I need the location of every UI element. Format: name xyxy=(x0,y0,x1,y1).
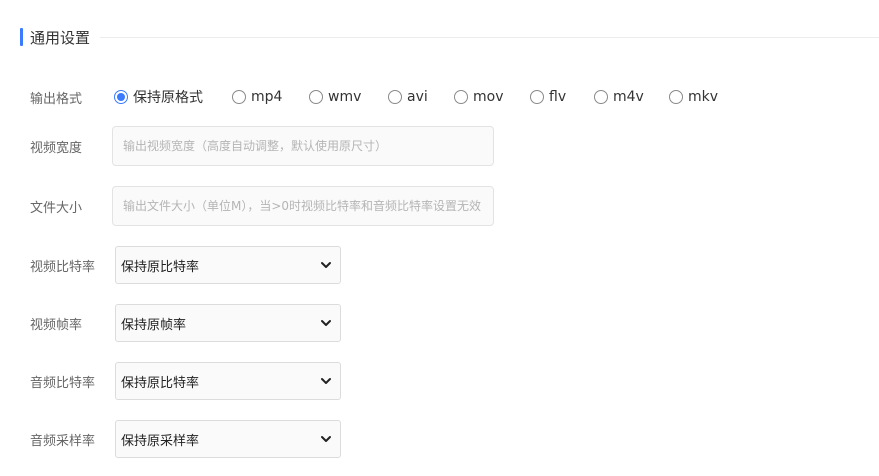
file-size-input[interactable] xyxy=(112,186,494,226)
radio-icon[interactable] xyxy=(594,90,608,104)
output-format-radio-group: 保持原格式 mp4 wmv avi mov flv m4v mkv xyxy=(114,87,729,107)
radio-icon[interactable] xyxy=(388,90,402,104)
format-option-original[interactable]: 保持原格式 xyxy=(114,87,232,107)
format-option-label: avi xyxy=(407,89,428,105)
audio-samplerate-row: 音频采样率 保持原采样率 xyxy=(0,420,879,458)
format-option-label: mp4 xyxy=(251,89,283,105)
audio-samplerate-value: 保持原采样率 xyxy=(121,433,200,449)
video-width-row: 视频宽度 xyxy=(0,126,879,166)
section-title: 通用设置 xyxy=(30,28,91,47)
format-option-label: mkv xyxy=(688,89,719,105)
radio-icon[interactable] xyxy=(530,90,544,104)
radio-icon[interactable] xyxy=(669,90,683,104)
section-accent-bar xyxy=(20,28,23,46)
format-option-label: m4v xyxy=(613,89,644,105)
section-header: 通用设置 xyxy=(20,26,879,48)
format-option-mkv[interactable]: mkv xyxy=(669,89,729,105)
video-framerate-select[interactable]: 保持原帧率 xyxy=(115,304,341,342)
radio-icon[interactable] xyxy=(454,90,468,104)
chevron-down-icon xyxy=(320,259,332,271)
audio-bitrate-value: 保持原比特率 xyxy=(121,375,200,391)
format-option-label: mov xyxy=(473,89,504,105)
audio-bitrate-row: 音频比特率 保持原比特率 xyxy=(0,362,879,400)
audio-bitrate-select[interactable]: 保持原比特率 xyxy=(115,362,341,400)
output-format-label: 输出格式 xyxy=(30,91,83,107)
section-divider xyxy=(100,36,879,38)
format-option-mp4[interactable]: mp4 xyxy=(232,89,309,105)
chevron-down-icon xyxy=(320,375,332,387)
file-size-row: 文件大小 xyxy=(0,186,879,226)
video-width-label: 视频宽度 xyxy=(30,140,83,156)
audio-samplerate-label: 音频采样率 xyxy=(30,433,96,449)
chevron-down-icon xyxy=(320,433,332,445)
format-option-mov[interactable]: mov xyxy=(454,89,530,105)
video-width-input[interactable] xyxy=(112,126,494,166)
video-bitrate-value: 保持原比特率 xyxy=(121,259,200,275)
video-framerate-value: 保持原帧率 xyxy=(121,317,187,333)
audio-bitrate-label: 音频比特率 xyxy=(30,375,96,391)
video-framerate-label: 视频帧率 xyxy=(30,317,83,333)
format-option-m4v[interactable]: m4v xyxy=(594,89,669,105)
output-format-row: 输出格式 保持原格式 mp4 wmv avi mov flv m4v mkv xyxy=(0,86,879,108)
format-option-flv[interactable]: flv xyxy=(530,89,594,105)
file-size-label: 文件大小 xyxy=(30,200,83,216)
radio-icon[interactable] xyxy=(114,90,128,104)
video-bitrate-label: 视频比特率 xyxy=(30,259,96,275)
video-bitrate-row: 视频比特率 保持原比特率 xyxy=(0,246,879,284)
audio-samplerate-select[interactable]: 保持原采样率 xyxy=(115,420,341,458)
format-option-avi[interactable]: avi xyxy=(388,89,454,105)
video-bitrate-select[interactable]: 保持原比特率 xyxy=(115,246,341,284)
format-option-wmv[interactable]: wmv xyxy=(309,89,388,105)
format-option-label: wmv xyxy=(328,89,362,105)
chevron-down-icon xyxy=(320,317,332,329)
radio-icon[interactable] xyxy=(309,90,323,104)
settings-page: 通用设置 输出格式 保持原格式 mp4 wmv avi mov flv m4v … xyxy=(0,0,879,476)
format-option-label: 保持原格式 xyxy=(133,90,203,106)
radio-icon[interactable] xyxy=(232,90,246,104)
video-framerate-row: 视频帧率 保持原帧率 xyxy=(0,304,879,342)
format-option-label: flv xyxy=(549,89,567,105)
